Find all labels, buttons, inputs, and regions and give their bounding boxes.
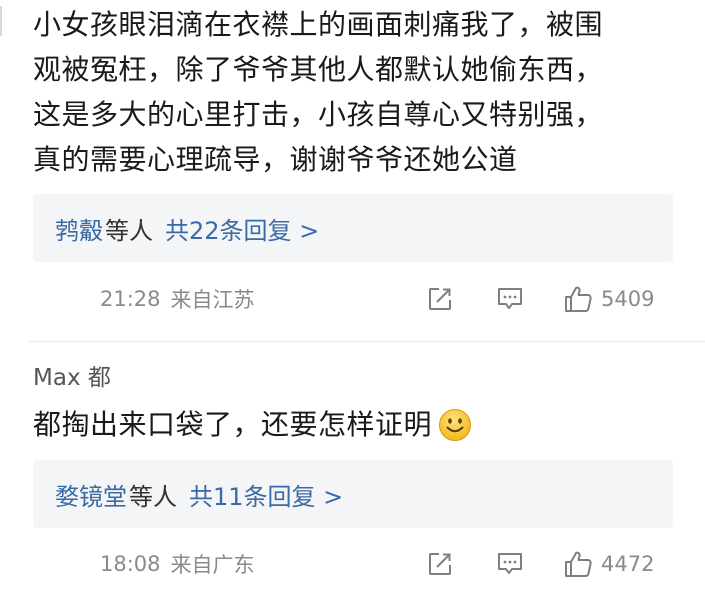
- comment-1-meta: 21:28 来自江苏 5409: [100, 279, 680, 319]
- reply-user-names[interactable]: 鹁觳: [55, 211, 103, 246]
- comment-1-line: 小女孩眼泪滴在衣襟上的画面刺痛我了，被围: [33, 8, 604, 41]
- comment-1-replies-button[interactable]: 鹁觳 等人 共22条回复 >: [33, 194, 673, 262]
- reply-count-link[interactable]: 共22条回复 >: [165, 211, 319, 246]
- thumbs-up-icon[interactable]: [563, 284, 593, 314]
- comment-icon[interactable]: [495, 284, 525, 314]
- comment-2-body: 都掏出来口袋了，还要怎样证明: [33, 408, 433, 441]
- comment-feed: 小女孩眼泪滴在衣襟上的画面刺痛我了，被围 观被冤枉，除了爷爷其他人都默认她偷东西…: [0, 0, 705, 593]
- reply-user-names[interactable]: 婺镜堂: [55, 477, 127, 512]
- like-button[interactable]: 5409: [563, 284, 654, 314]
- comment-time: 18:08: [100, 552, 161, 576]
- comment-actions: 5409: [425, 279, 654, 319]
- like-count: 5409: [601, 287, 655, 311]
- comment-divider: [28, 341, 705, 342]
- comment-2-replies-button[interactable]: 婺镜堂 等人 共11条回复 >: [33, 460, 673, 528]
- comment-time: 21:28: [100, 287, 161, 311]
- comment-2-meta: 18:08 来自广东 4472: [100, 544, 680, 584]
- comment-1-line: 这是多大的心里打击，小孩自尊心又特别强，: [33, 98, 604, 131]
- like-button[interactable]: 4472: [563, 549, 654, 579]
- comment-actions: 4472: [425, 544, 654, 584]
- comment-2-text: 都掏出来口袋了，还要怎样证明: [33, 402, 693, 447]
- reply-suffix: 等人: [129, 482, 177, 511]
- like-count: 4472: [601, 552, 655, 576]
- comment-location: 来自江苏: [170, 288, 255, 312]
- comment-1-line: 观被冤枉，除了爷爷其他人都默认她偷东西，: [33, 53, 604, 86]
- smile-emoji-icon: [438, 408, 472, 442]
- comment-location: 来自广东: [170, 553, 255, 577]
- share-icon[interactable]: [425, 549, 455, 579]
- comment-1-line: 真的需要心理疏导，谢谢爷爷还她公道: [33, 143, 518, 176]
- share-icon[interactable]: [425, 284, 455, 314]
- thumbs-up-icon[interactable]: [563, 549, 593, 579]
- comment-2-username[interactable]: Max 都: [33, 358, 111, 392]
- reply-suffix: 等人: [105, 216, 153, 245]
- left-edge-marker: [0, 6, 2, 36]
- comment-1-text: 小女孩眼泪滴在衣襟上的画面刺痛我了，被围 观被冤枉，除了爷爷其他人都默认她偷东西…: [33, 2, 693, 182]
- reply-count-link[interactable]: 共11条回复 >: [189, 477, 343, 512]
- comment-icon[interactable]: [495, 549, 525, 579]
